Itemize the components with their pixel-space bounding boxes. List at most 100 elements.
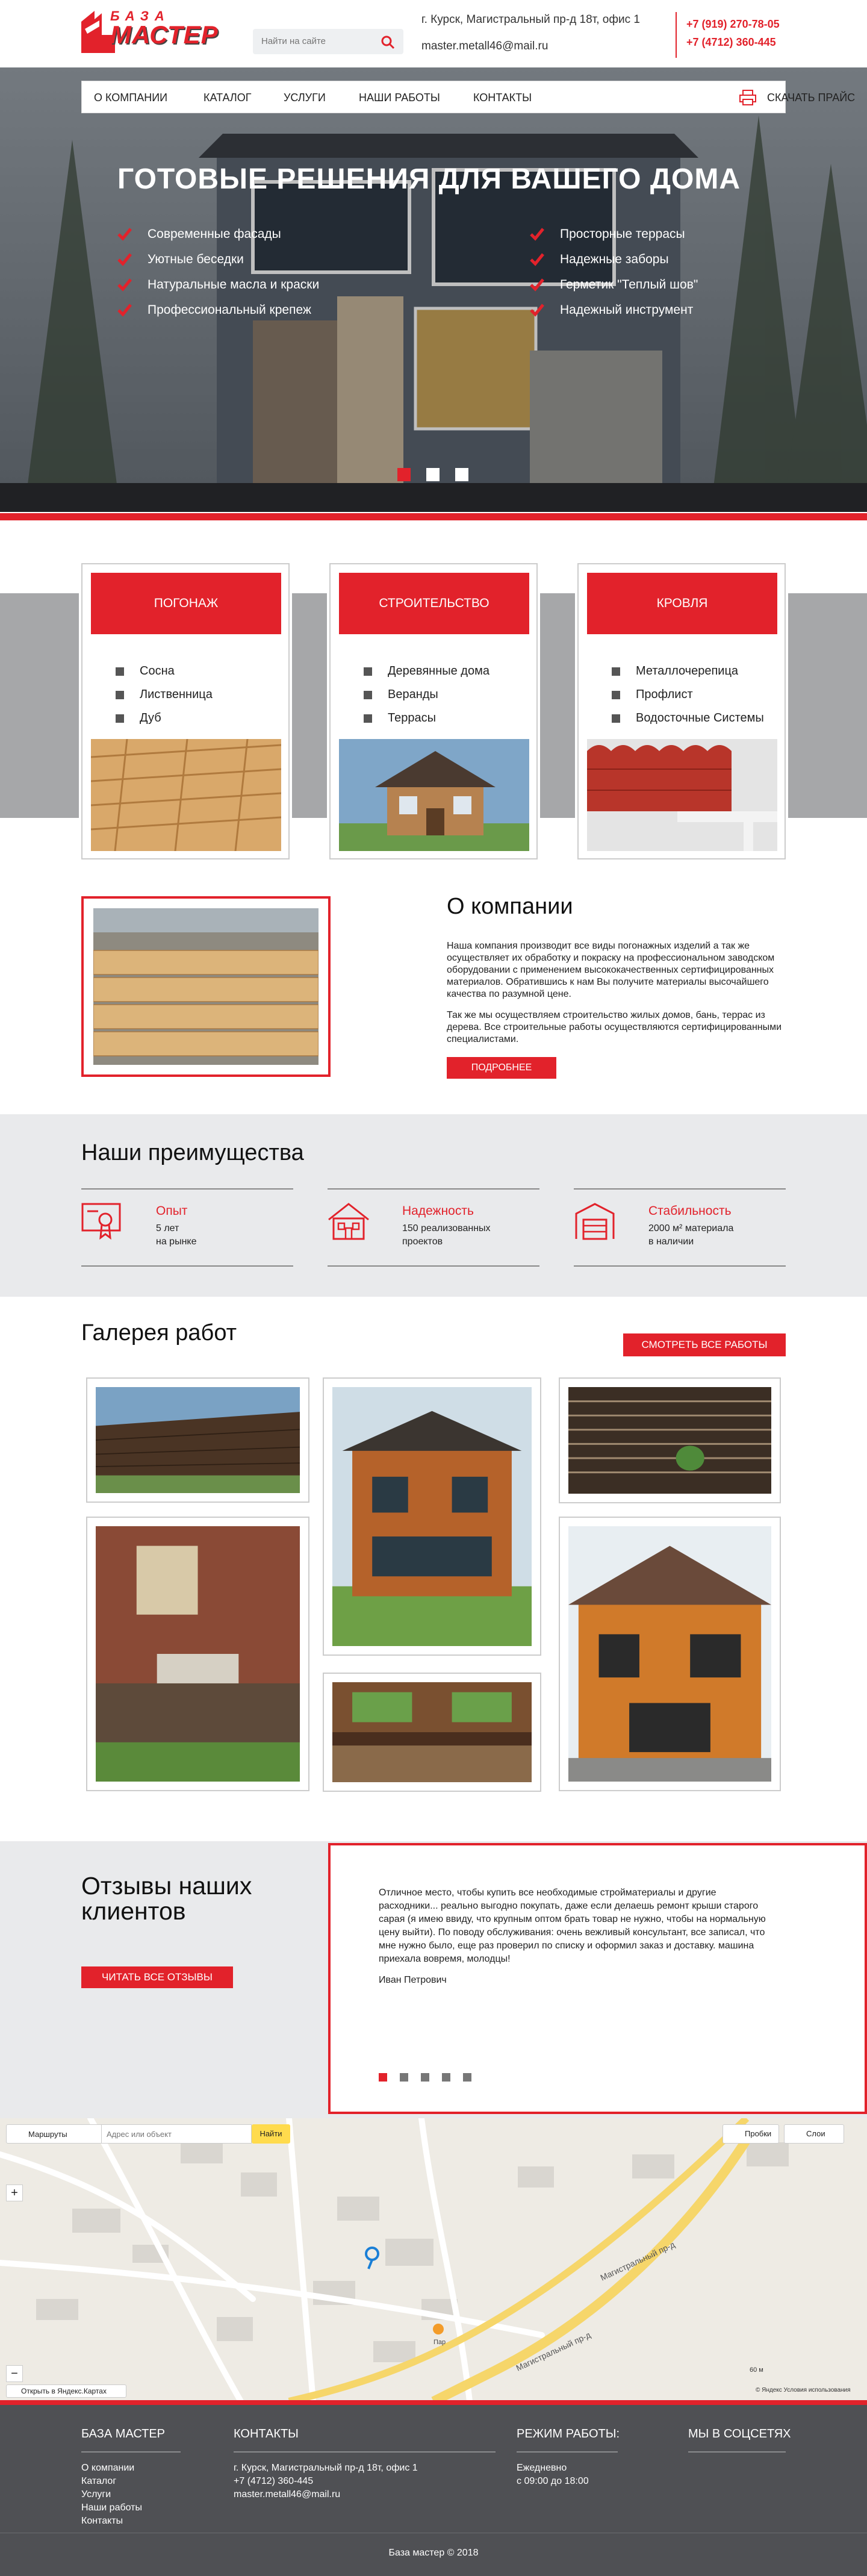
gallery-item[interactable] — [559, 1517, 781, 1791]
advantages-title: Наши преимущества — [81, 1140, 304, 1165]
category-list-item[interactable]: Водосточные Системы — [612, 711, 764, 735]
review-dot[interactable] — [379, 2073, 387, 2082]
footer-link[interactable]: Наши работы — [81, 2501, 142, 2515]
search-icon[interactable] — [381, 35, 395, 52]
category-list-item[interactable]: Лиственница — [116, 688, 213, 711]
footer-link[interactable]: Контакты — [81, 2515, 142, 2528]
advantage-line-1: 5 лет — [156, 1223, 179, 1233]
advantage-bottom-line — [574, 1265, 786, 1267]
check-icon — [117, 253, 132, 266]
wall-panels-photo — [568, 1387, 771, 1494]
feature-label: Профессиональный крепеж — [148, 303, 311, 317]
category-list-item[interactable]: Деревянные дома — [364, 664, 489, 688]
feature-item: Натуральные масла и краски — [117, 276, 319, 301]
gallery-item[interactable] — [86, 1377, 309, 1503]
search-box — [253, 29, 403, 54]
feature-label: Надежный инструмент — [560, 303, 694, 317]
header-email[interactable]: master.metall46@mail.ru — [421, 40, 548, 53]
check-icon — [530, 253, 544, 266]
gallery-item[interactable] — [323, 1377, 541, 1656]
footer-link[interactable]: О компании — [81, 2462, 142, 2475]
slider-dot[interactable] — [426, 468, 440, 481]
check-icon — [530, 278, 544, 292]
advantage-line-2: в наличии — [648, 1237, 694, 1247]
header-phone-1[interactable]: +7 (919) 270-78-05 — [686, 18, 780, 31]
header-phone-2[interactable]: +7 (4712) 360-445 — [686, 36, 776, 49]
zoom-out-icon[interactable]: − — [6, 2365, 23, 2382]
review-dot[interactable] — [442, 2073, 450, 2082]
about-more-button[interactable]: Подробнее — [447, 1057, 556, 1079]
map-layers-button[interactable]: Слои — [784, 2124, 844, 2144]
advantage-top-line — [81, 1188, 293, 1190]
site-header: БАЗА МАСТЕР г. Курск, Магистральный пр-д… — [0, 0, 867, 67]
category-list: Сосна Лиственница Дуб — [116, 664, 213, 735]
log-house-photo — [332, 1387, 532, 1646]
search-input[interactable] — [261, 36, 376, 46]
logo-bottom-text: МАСТЕР — [110, 20, 219, 49]
footer-col2-line — [234, 2451, 496, 2453]
advantage-title: Надежность — [402, 1204, 474, 1218]
footer-address: г. Курск, Магистральный пр-д 18т, офис 1 — [234, 2463, 418, 2473]
advantage-bottom-line — [328, 1265, 539, 1267]
category-list-item[interactable]: Сосна — [116, 664, 213, 688]
category-card-pogonazh[interactable]: Погонаж Сосна Лиственница Дуб — [81, 563, 290, 859]
about-paragraph-2: Так же мы осуществляем строительство жил… — [447, 1010, 782, 1044]
footer-link[interactable]: Каталог — [81, 2475, 142, 2488]
zoom-in-icon[interactable]: + — [6, 2185, 23, 2201]
category-list-item[interactable]: Веранды — [364, 688, 489, 711]
review-dot[interactable] — [421, 2073, 429, 2082]
gallery-item[interactable] — [86, 1517, 309, 1791]
feature-label: Современные фасады — [148, 227, 281, 241]
category-card-roofing[interactable]: Кровля Металлочерепица Профлист Водосточ… — [577, 563, 786, 859]
fence-photo — [95, 1387, 300, 1493]
gallery-all-button[interactable]: Смотреть все работы — [623, 1333, 786, 1356]
review-dot[interactable] — [400, 2073, 408, 2082]
footer-email[interactable]: master.metall46@mail.ru — [234, 2488, 418, 2501]
about-image-frame — [81, 896, 331, 1077]
review-dot[interactable] — [463, 2073, 471, 2082]
category-card-title[interactable]: Погонаж — [91, 573, 281, 634]
nav-item-services[interactable]: Услуги — [284, 92, 326, 104]
category-list-item[interactable]: Металлочерепица — [612, 664, 764, 688]
category-list-item[interactable]: Дуб — [116, 711, 213, 735]
footer-phone[interactable]: +7 (4712) 360-445 — [234, 2475, 418, 2488]
check-icon — [117, 278, 132, 292]
header-address: г. Курск, Магистральный пр-д 18т, офис 1 — [421, 13, 640, 26]
footer-links: О компании Каталог Услуги Наши работы Ко… — [81, 2462, 142, 2528]
map-widget[interactable]: Магистральный пр-д Магистральный пр-д Па… — [0, 2118, 867, 2401]
map-search-input[interactable] — [101, 2124, 252, 2144]
map-find-button[interactable]: Найти — [252, 2124, 290, 2144]
nav-item-about[interactable]: О компании — [94, 92, 167, 104]
category-list-item[interactable]: Профлист — [612, 688, 764, 711]
map-traffic-button[interactable]: Пробки — [722, 2124, 779, 2144]
review-text: Отличное место, чтобы купить все необход… — [379, 1888, 766, 1964]
feature-item: Современные фасады — [117, 225, 319, 251]
gallery-item[interactable] — [559, 1377, 781, 1503]
wooden-house-image — [339, 739, 529, 851]
map-copyright[interactable]: © Яндекс Условия использования — [756, 2387, 851, 2394]
category-card-title[interactable]: Строительство — [339, 573, 529, 634]
category-list-item[interactable]: Террасы — [364, 711, 489, 735]
nav-item-catalog[interactable]: Каталог — [204, 92, 251, 104]
nav-item-contacts[interactable]: Контакты — [473, 92, 532, 104]
category-card-construction[interactable]: Строительство Деревянные дома Веранды Те… — [329, 563, 538, 859]
warehouse-lumber-image — [93, 908, 319, 1065]
slider-dot[interactable] — [397, 468, 411, 481]
slider-dot[interactable] — [455, 468, 468, 481]
advantage-reliability: Надежность 150 реализованных проектов — [328, 1188, 539, 1267]
map-canvas: Магистральный пр-д Магистральный пр-д Па… — [0, 2118, 867, 2401]
open-yandex-maps-link[interactable]: Открыть в Яндекс.Картах — [6, 2384, 126, 2398]
lumber-image — [91, 739, 281, 851]
certificate-icon — [81, 1203, 121, 1240]
reviews-all-button[interactable]: Читать все отзывы — [81, 1966, 233, 1988]
nav-item-works[interactable]: Наши работы — [359, 92, 440, 104]
about-paragraph-1: Наша компания производит все виды погона… — [447, 941, 775, 999]
map-routes-button[interactable]: Маршруты — [6, 2124, 102, 2144]
footer-link[interactable]: Услуги — [81, 2488, 142, 2501]
review-card: Отличное место, чтобы купить все необход… — [328, 1843, 867, 2114]
category-card-title[interactable]: Кровля — [587, 573, 777, 634]
hero-title: Готовые решения для вашего дома — [117, 163, 741, 195]
gallery-item[interactable] — [323, 1673, 541, 1792]
footer-hours-line: с 09:00 до 18:00 — [517, 2476, 589, 2486]
logo[interactable]: БАЗА МАСТЕР — [81, 8, 232, 57]
